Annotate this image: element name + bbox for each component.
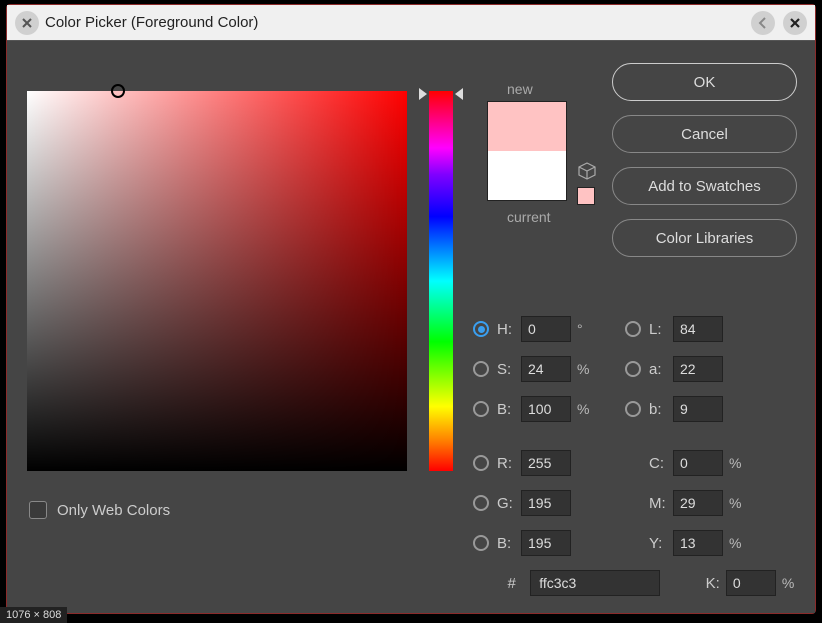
radio-b-rgb[interactable] (473, 535, 489, 551)
suffix-y: % (723, 535, 747, 551)
suffix-h: ° (571, 321, 595, 337)
label-k: K: (706, 575, 726, 592)
input-b-hsb[interactable] (521, 396, 571, 422)
close-icon (789, 17, 801, 29)
suffix-s: % (571, 361, 595, 377)
input-y[interactable] (673, 530, 723, 556)
only-web-colors-row: Only Web Colors (29, 501, 170, 519)
input-b-rgb[interactable] (521, 530, 571, 556)
label-b-rgb: B: (497, 535, 521, 552)
color-picker-dialog: Color Picker (Foreground Color) new curr… (6, 4, 816, 614)
dialog-title: Color Picker (Foreground Color) (45, 14, 751, 31)
only-web-colors-label: Only Web Colors (57, 502, 170, 519)
label-b-hsb: B: (497, 401, 521, 418)
label-a: a: (649, 361, 673, 378)
radio-a[interactable] (625, 361, 641, 377)
back-button[interactable] (751, 11, 775, 35)
label-s: S: (497, 361, 521, 378)
label-b-lab: b: (649, 401, 673, 418)
input-k[interactable] (726, 570, 776, 596)
dialog-body: new current OK Cancel Add to Swatches Co… (7, 41, 815, 613)
hue-slider[interactable] (429, 91, 453, 471)
label-l: L: (649, 321, 673, 338)
titlebar: Color Picker (Foreground Color) (7, 5, 815, 41)
color-libraries-button[interactable]: Color Libraries (612, 219, 797, 257)
input-m[interactable] (673, 490, 723, 516)
input-a[interactable] (673, 356, 723, 382)
radio-l[interactable] (625, 321, 641, 337)
suffix-m: % (723, 495, 747, 511)
ok-button[interactable]: OK (612, 63, 797, 101)
close-icon (21, 17, 33, 29)
label-g: G: (497, 495, 521, 512)
label-h: H: (497, 321, 521, 338)
chevron-left-icon (758, 17, 768, 29)
label-c: C: (649, 455, 673, 472)
input-g[interactable] (521, 490, 571, 516)
input-hex[interactable] (530, 570, 660, 596)
titlebar-button-left[interactable] (15, 11, 39, 35)
input-s[interactable] (521, 356, 571, 382)
cancel-button[interactable]: Cancel (612, 115, 797, 153)
hue-arrow-left (419, 88, 427, 100)
radio-h[interactable] (473, 321, 489, 337)
radio-b-lab[interactable] (625, 401, 641, 417)
suffix-c: % (723, 455, 747, 471)
preview-current-swatch[interactable] (488, 151, 566, 200)
label-m: M: (649, 495, 673, 512)
label-y: Y: (649, 535, 673, 552)
input-h[interactable] (521, 316, 571, 342)
dimensions-badge: 1076 × 808 (0, 607, 67, 623)
label-r: R: (497, 455, 521, 472)
radio-r[interactable] (473, 455, 489, 471)
hex-prefix: # (493, 575, 530, 592)
radio-g[interactable] (473, 495, 489, 511)
close-button[interactable] (783, 11, 807, 35)
input-b-lab[interactable] (673, 396, 723, 422)
gamut-warning-icon[interactable] (577, 161, 597, 181)
add-to-swatches-button[interactable]: Add to Swatches (612, 167, 797, 205)
input-l[interactable] (673, 316, 723, 342)
radio-b-hsb[interactable] (473, 401, 489, 417)
color-values: H: ° L: S: % a: (473, 309, 797, 603)
gamut-safe-swatch[interactable] (577, 187, 595, 205)
sv-cursor[interactable] (111, 84, 125, 98)
preview-new-swatch (488, 102, 566, 151)
color-preview (487, 101, 567, 201)
label-new: new (507, 81, 533, 97)
only-web-colors-checkbox[interactable] (29, 501, 47, 519)
suffix-b-hsb: % (571, 401, 595, 417)
label-current: current (507, 209, 551, 225)
input-r[interactable] (521, 450, 571, 476)
suffix-k: % (776, 575, 797, 591)
radio-s[interactable] (473, 361, 489, 377)
input-c[interactable] (673, 450, 723, 476)
hue-arrow-right (455, 88, 463, 100)
saturation-brightness-field[interactable] (27, 91, 407, 471)
action-buttons: OK Cancel Add to Swatches Color Librarie… (612, 63, 797, 257)
